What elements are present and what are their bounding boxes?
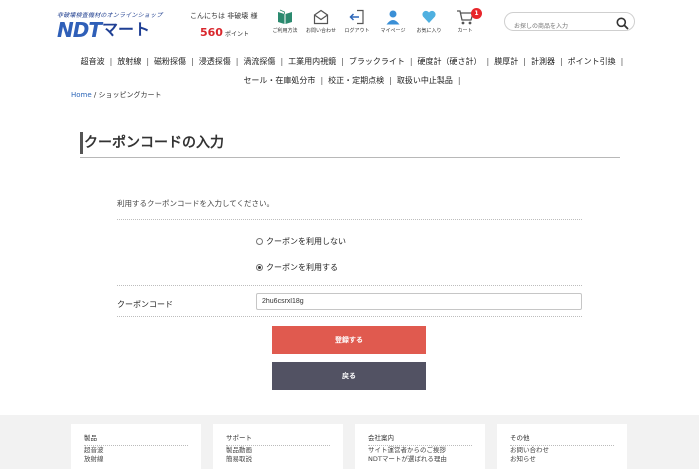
favorites-label: お気に入り (416, 28, 442, 34)
cart-label: カート (457, 28, 473, 34)
nav-separator: | (457, 76, 461, 85)
coupon-code-input[interactable] (256, 293, 582, 310)
radio-no-coupon[interactable]: クーポンを利用しない (256, 236, 346, 247)
nav-item-radiation[interactable]: 放射線 (112, 52, 146, 71)
breadcrumb: Home / ショッピングカート (71, 90, 161, 100)
cart-link[interactable]: 1 カート (448, 8, 482, 34)
contact-link[interactable]: お問い合わせ (304, 9, 338, 34)
logout-label: ログアウト (344, 28, 370, 34)
page-title-block: クーポンコードの入力 (80, 130, 620, 158)
footer-link[interactable]: お知らせ (510, 455, 614, 464)
footer-column-support: サポート 製品動画 簡易取説 (213, 424, 343, 469)
search-input[interactable] (505, 18, 605, 36)
nav-item-ultrasonic[interactable]: 超音波 (76, 52, 110, 71)
category-nav: 超音波 | 放射線 | 磁粉探傷 | 浸透探傷 | 渦流探傷 | 工業用内視鏡 | ブラック… (0, 52, 699, 90)
radio-no-coupon-input[interactable] (256, 238, 263, 245)
user-greeting: こんにちは 非破壊 様 (190, 12, 258, 20)
nav-row-2: セール・在庫処分市 | 校正・定期点検 | 取扱い中止製品 | (0, 71, 699, 90)
footer-link[interactable]: 超音波 (84, 446, 188, 455)
logo-mart: マート (101, 20, 150, 39)
book-icon (278, 9, 292, 24)
radio-use-coupon-label[interactable]: クーポンを利用する (266, 262, 338, 273)
page-title: クーポンコードの入力 (84, 135, 224, 151)
search-box (504, 12, 635, 36)
footer-link[interactable]: 製品動画 (226, 446, 330, 455)
nav-item-instruments[interactable]: 計測器 (526, 52, 560, 71)
points-display: 560 ポイント (200, 21, 249, 40)
back-button[interactable]: 戻る (272, 362, 426, 390)
title-accent-bar (80, 132, 83, 154)
coupon-code-label: クーポンコード (117, 300, 173, 309)
guide-link[interactable]: ご利用方法 (268, 9, 302, 34)
radio-use-coupon-input[interactable] (256, 264, 263, 271)
nav-item-hardness[interactable]: 硬度計（硬さ計） (413, 52, 487, 71)
logout-link[interactable]: ログアウト (340, 9, 374, 34)
contact-label: お問い合わせ (305, 28, 336, 34)
radio-use-coupon[interactable]: クーポンを利用する (256, 262, 338, 273)
footer-link[interactable]: お問い合わせ (510, 446, 614, 455)
footer: 製品 超音波 放射線 サポート 製品動画 簡易取説 会社案内 サイト運営者からの… (0, 415, 699, 469)
points-unit: ポイント (224, 31, 249, 38)
nav-item-magnetic[interactable]: 磁粉探傷 (149, 52, 191, 71)
nav-separator: | (620, 57, 624, 66)
logo-ndt: NDT (57, 18, 102, 42)
nav-row-1: 超音波 | 放射線 | 磁粉探傷 | 浸透探傷 | 渦流探傷 | 工業用内視鏡 | ブラック… (0, 52, 699, 71)
heart-icon (422, 10, 436, 23)
footer-link[interactable]: 簡易取説 (226, 455, 330, 464)
divider (117, 219, 582, 220)
site-logo[interactable]: 非破壊検査機材のオンラインショップ NDT マート (57, 10, 187, 40)
search-icon (616, 17, 629, 30)
coupon-instruction: 利用するクーポンコードを入力してください。 (117, 199, 275, 208)
header: 非破壊検査機材のオンラインショップ NDT マート こんにちは 非破壊 様 56… (0, 0, 699, 50)
mypage-label: マイページ (380, 28, 406, 34)
footer-column-title: その他 (510, 432, 614, 446)
logout-icon (349, 9, 364, 25)
footer-column-title: 会社案内 (368, 432, 472, 446)
guide-label: ご利用方法 (272, 28, 298, 34)
breadcrumb-home[interactable]: Home (71, 91, 92, 99)
nav-item-thickness[interactable]: 膜厚計 (489, 52, 523, 71)
footer-link[interactable]: サイト運営者からのご挨拶 (368, 446, 472, 455)
header-icon-menu: ご利用方法 お問い合わせ ログアウト マイページ お気に入り 1 カート (268, 8, 484, 34)
divider (117, 316, 582, 317)
footer-column-title: サポート (226, 432, 330, 446)
footer-link[interactable]: 放射線 (84, 455, 188, 464)
mypage-link[interactable]: マイページ (376, 9, 410, 34)
footer-column-other: その他 お問い合わせ お知らせ (497, 424, 627, 469)
nav-item-sale[interactable]: セール・在庫処分市 (238, 71, 320, 90)
footer-link[interactable]: NDTマートが選ばれる理由 (368, 455, 472, 464)
user-icon (386, 10, 400, 25)
search-button[interactable] (616, 15, 629, 34)
nav-item-calibration[interactable]: 校正・定期点検 (323, 71, 389, 90)
nav-item-points[interactable]: ポイント引換 (563, 52, 621, 71)
nav-item-penetrant[interactable]: 浸透探傷 (194, 52, 236, 71)
favorites-link[interactable]: お気に入り (412, 9, 446, 34)
mail-icon (313, 9, 329, 25)
nav-item-eddy-current[interactable]: 渦流探傷 (238, 52, 280, 71)
points-value: 560 (200, 26, 223, 39)
footer-column-company: 会社案内 サイト運営者からのご挨拶 NDTマートが選ばれる理由 (355, 424, 485, 469)
footer-column-products: 製品 超音波 放射線 (71, 424, 201, 469)
breadcrumb-current: ショッピングカート (98, 91, 162, 99)
footer-column-title: 製品 (84, 432, 188, 446)
nav-item-discontinued[interactable]: 取扱い中止製品 (392, 71, 458, 90)
cart-count-badge: 1 (471, 8, 482, 19)
nav-item-endoscope[interactable]: 工業用内視鏡 (283, 52, 341, 71)
logo-mark: NDT マート (57, 20, 187, 40)
nav-item-blacklight[interactable]: ブラックライト (344, 52, 410, 71)
register-button[interactable]: 登録する (272, 326, 426, 354)
radio-no-coupon-label[interactable]: クーポンを利用しない (266, 236, 346, 247)
divider (117, 285, 582, 286)
